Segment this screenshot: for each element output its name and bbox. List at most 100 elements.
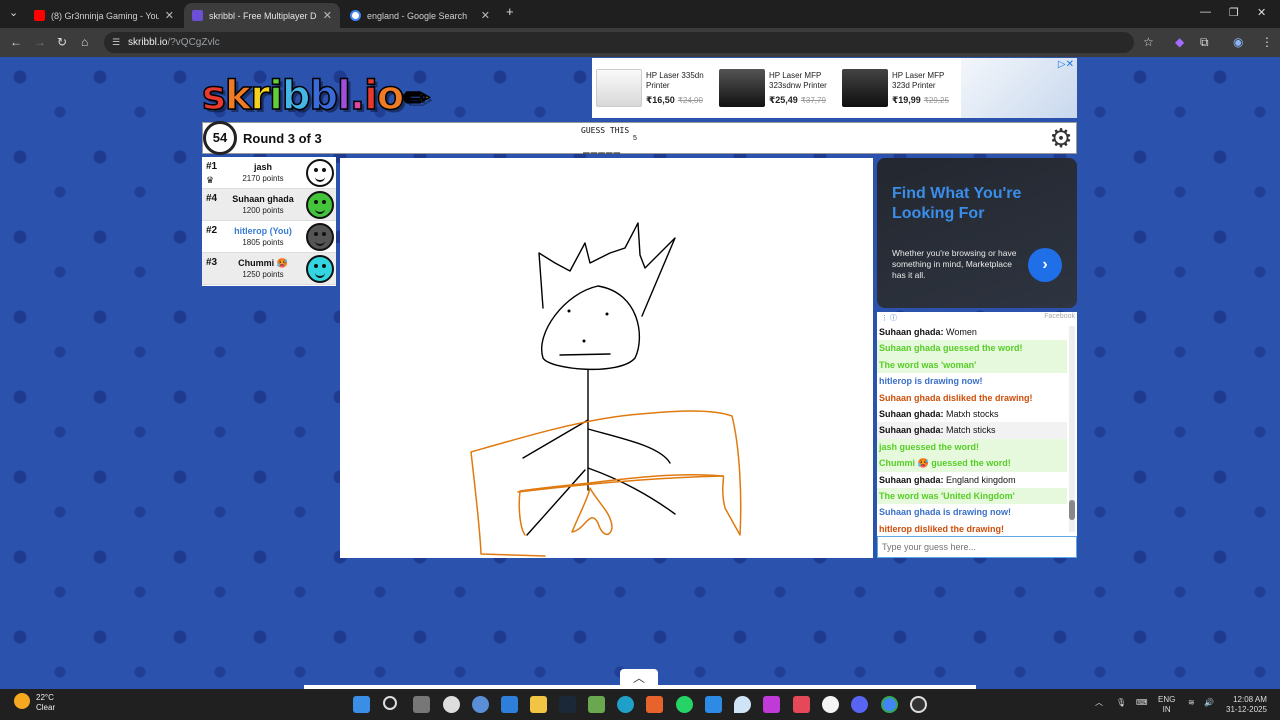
reload-icon[interactable]: ↻	[57, 35, 67, 49]
whatsapp-icon[interactable]	[676, 696, 693, 713]
extension-icon[interactable]: ◆	[1175, 35, 1184, 49]
player-row[interactable]: #4 Suhaan ghada 1200 points	[202, 189, 336, 221]
tab-skribbl[interactable]: skribbl - Free Multiplayer Draw ✕	[184, 3, 340, 28]
wifi-icon[interactable]: ≋	[1188, 698, 1195, 708]
minecraft-icon[interactable]	[588, 696, 605, 713]
logo-letter: i	[268, 72, 283, 120]
eye-dot	[567, 309, 571, 313]
chat-text: Chummi 🥵 guessed the word!	[879, 458, 1011, 469]
ad-arrow-button[interactable]: ›	[1028, 248, 1062, 282]
round-indicator: Round 3 of 3	[243, 131, 322, 146]
url-path: /?vQCgZvlc	[167, 37, 220, 48]
keyboard-icon[interactable]: ⌨	[1136, 698, 1148, 708]
app-icon[interactable]	[734, 696, 751, 713]
flame-stroke	[571, 487, 613, 535]
skribbl-page: skribbl.io✏ HP Laser 335dn Printer ₹16,50…	[0, 57, 1280, 689]
ad-info-icon[interactable]: ⋮ ⓘ	[881, 313, 897, 323]
close-window-icon[interactable]: ✕	[1257, 6, 1266, 19]
steam-icon[interactable]	[559, 696, 576, 713]
restore-icon[interactable]: ❐	[1229, 6, 1239, 19]
chat-scrollbar[interactable]	[1069, 326, 1075, 532]
skribbl-logo[interactable]: skribbl.io✏	[201, 72, 431, 120]
volume-icon[interactable]: 🔊	[1204, 698, 1214, 708]
windows-start-icon[interactable]	[353, 696, 370, 713]
site-info-icon[interactable]: ☰	[112, 32, 120, 53]
timer-clock-icon: 54	[203, 121, 237, 155]
player-row[interactable]: #2 hitlerop (You) 1805 points	[202, 221, 336, 253]
obs-icon[interactable]	[910, 696, 927, 713]
bookmark-star-icon[interactable]: ☆	[1143, 35, 1154, 49]
weather-sun-icon	[14, 693, 30, 709]
new-tab-button[interactable]: +	[506, 4, 514, 19]
back-icon[interactable]: ←	[10, 35, 22, 49]
chat-text: The word was 'woman'	[879, 359, 977, 370]
profile-icon[interactable]: ◉	[1233, 35, 1243, 49]
language-indicator[interactable]: ENG IN	[1158, 695, 1175, 715]
browser-tab-strip: ⌄ (8) Gr3nninja Gaming - YouTube ✕ skrib…	[0, 0, 1280, 28]
minimize-icon[interactable]: —	[1200, 6, 1211, 18]
ad-product-title: HP Laser 335dn Printer	[646, 70, 704, 90]
top-advert[interactable]: HP Laser 335dn Printer ₹16,50 ₹24,00 HP La…	[592, 58, 1077, 118]
file-explorer-icon[interactable]	[530, 696, 547, 713]
chat-message: hitlerop is drawing now!	[877, 373, 1067, 389]
ad-product[interactable]: HP Laser MFP 323sdnw Printer ₹25,49 ₹37,79	[715, 58, 838, 118]
word-length: 5	[633, 135, 637, 142]
tab-google[interactable]: england - Google Search ✕	[342, 3, 498, 28]
ad-product-title: HP Laser MFP 323sdnw Printer	[769, 70, 827, 90]
close-icon[interactable]: ✕	[481, 9, 490, 22]
player-rank: #1	[206, 161, 218, 172]
weather-temp: 22°C	[36, 693, 54, 702]
clock-app-icon[interactable]	[822, 696, 839, 713]
chat-text: Match sticks	[943, 425, 996, 436]
weather-widget[interactable]: 22°C Clear	[14, 693, 55, 713]
url-input[interactable]: ☰ skribbl.io/?vQCgZvlc	[104, 32, 1134, 53]
scrollbar-thumb[interactable]	[1069, 500, 1075, 520]
chrome-icon[interactable]	[881, 696, 898, 713]
leg-stroke	[587, 467, 676, 515]
discord-icon[interactable]	[851, 696, 868, 713]
app-icon[interactable]	[763, 696, 780, 713]
tab-search-icon[interactable]: ⌄	[9, 6, 18, 19]
home-icon[interactable]: ⌂	[81, 35, 88, 49]
ad-product[interactable]: HP Laser 335dn Printer ₹16,50 ₹24,00	[592, 58, 715, 118]
ad-banner-image[interactable]: ▷✕	[961, 58, 1077, 118]
clock[interactable]: 12:08 AM 31-12-2025	[1226, 695, 1267, 715]
tray-chevron-icon[interactable]: ︿	[1095, 698, 1103, 708]
player-row[interactable]: #1 ♛ jash 2170 points	[202, 157, 336, 189]
avatar	[306, 223, 334, 251]
chatgpt-icon[interactable]	[443, 696, 460, 713]
mouth-stroke	[559, 353, 611, 356]
guess-input[interactable]	[877, 536, 1077, 558]
search-icon[interactable]	[383, 696, 397, 710]
microphone-icon[interactable]: 🎙	[1116, 698, 1126, 708]
task-view-icon[interactable]	[413, 696, 430, 713]
player-row[interactable]: #3 Chummi 🥵 1250 points	[202, 253, 336, 285]
ad-product[interactable]: HP Laser MFP 323d Printer ₹19,99 ₹29,25	[838, 58, 961, 118]
menu-dots-icon[interactable]: ⋮	[1261, 35, 1273, 49]
player-rank: #2	[206, 225, 218, 236]
close-icon[interactable]: ✕	[323, 9, 332, 22]
logo-letter: r	[250, 72, 271, 120]
edge-icon[interactable]	[617, 696, 634, 713]
app-icon[interactable]	[705, 696, 722, 713]
settings-icon[interactable]	[472, 696, 489, 713]
ad-close-icon[interactable]: ▷✕	[1058, 59, 1074, 70]
close-icon[interactable]: ✕	[165, 9, 174, 22]
app-icon[interactable]	[646, 696, 663, 713]
drawing-canvas[interactable]	[340, 158, 873, 558]
app-icon[interactable]	[501, 696, 518, 713]
forward-icon[interactable]: →	[34, 35, 46, 49]
chat-panel[interactable]: Suhaan ghada: Women Suhaan ghada guessed …	[877, 324, 1077, 536]
ad-old-price: ₹24,00	[677, 95, 703, 105]
ad-old-price: ₹37,79	[800, 95, 826, 105]
extensions-puzzle-icon[interactable]: ⧉	[1200, 35, 1209, 50]
avatar	[306, 255, 334, 283]
logo-letter: k	[224, 72, 252, 120]
player-points: 1805 points	[242, 238, 284, 247]
avatar	[306, 159, 334, 187]
side-advert[interactable]: Find What You're Looking For Whether you…	[877, 158, 1077, 308]
chat-text: hitlerop is drawing now!	[879, 376, 983, 387]
tab-youtube[interactable]: (8) Gr3nninja Gaming - YouTube ✕	[26, 3, 182, 28]
app-icon[interactable]	[793, 696, 810, 713]
gear-icon[interactable]: ⚙	[1046, 123, 1076, 153]
